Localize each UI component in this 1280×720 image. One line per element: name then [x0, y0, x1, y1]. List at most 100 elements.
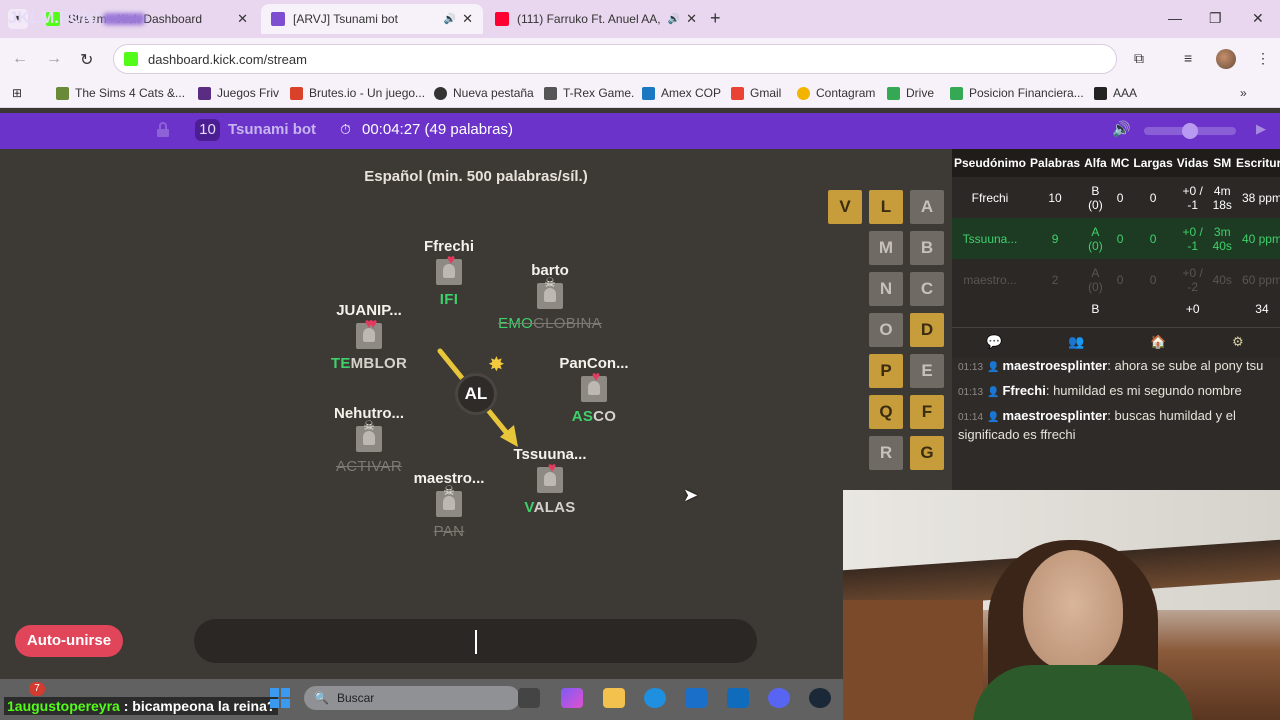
discord-icon[interactable]: [768, 688, 790, 708]
bookmark-sims[interactable]: The Sims 4 Cats &...: [56, 86, 185, 100]
speaker-icon[interactable]: 🔊: [668, 14, 680, 25]
table-cell: 0: [1149, 190, 1157, 205]
bookmark-icon: [290, 86, 303, 100]
bookmark-trex[interactable]: T-Rex Game.: [544, 86, 634, 100]
windows-start-icon[interactable]: [270, 688, 290, 708]
bookmark-aaa[interactable]: AAA: [1094, 86, 1137, 100]
bookmark-posicion[interactable]: Posicion Financiera...: [950, 86, 1084, 100]
column-header[interactable]: Largas: [1131, 149, 1175, 177]
bonus-letter: N: [869, 272, 903, 306]
taskbar-search[interactable]: 🔍 Buscar: [304, 686, 520, 710]
spark-icon: ✸: [488, 354, 505, 376]
minimize-icon[interactable]: —: [1168, 10, 1182, 26]
bookmark-friv[interactable]: Juegos Friv: [198, 86, 279, 100]
user-icon: 👤: [987, 362, 1000, 373]
bonus-letter: P: [869, 354, 903, 388]
close-icon[interactable]: ✕: [462, 11, 473, 27]
room-code[interactable]: JKLM.FUN/: [8, 8, 145, 28]
room-tab-icon[interactable]: 🏠: [1150, 334, 1166, 350]
steam-icon[interactable]: [809, 688, 831, 708]
column-header[interactable]: Palabras: [1028, 149, 1083, 177]
volume-icon[interactable]: 🔊: [1112, 120, 1131, 138]
table-cell: [1028, 300, 1082, 320]
settings-tab-icon[interactable]: ⚙: [1232, 334, 1244, 350]
profile-avatar[interactable]: [1216, 49, 1236, 69]
youtube-icon: [495, 12, 509, 26]
media-control-icon[interactable]: ≡: [1184, 50, 1192, 66]
reload-icon[interactable]: ↻: [80, 50, 93, 70]
column-header[interactable]: SM: [1210, 149, 1234, 177]
outlook-icon[interactable]: [727, 688, 749, 708]
heart-icon: ♥: [591, 368, 601, 384]
table-cell: 0: [1149, 272, 1157, 287]
player-avatar: ♥: [581, 368, 607, 402]
player-seat: PanCon... ♥ ASCO: [524, 355, 664, 425]
chat-tab-icon[interactable]: 💬: [986, 334, 1002, 350]
bookmark-brutes[interactable]: Brutes.io - Un juego...: [290, 86, 425, 100]
column-header[interactable]: Pseudónimo: [952, 149, 1029, 177]
chat-username[interactable]: maestroesplinter: [1002, 358, 1107, 373]
table-row: Tssuuna... 9 A (0) 0 0 +0 / -1 3m 40s 40 ppm: [952, 218, 1280, 259]
auto-join-button[interactable]: Auto-unirse: [15, 625, 123, 657]
column-header[interactable]: Vidas: [1174, 149, 1211, 177]
bookmark-gmail[interactable]: Gmail: [731, 86, 781, 100]
lock-icon[interactable]: [156, 122, 170, 138]
table-cell: 9: [1028, 218, 1083, 259]
chat-username[interactable]: maestroesplinter: [1002, 408, 1107, 423]
store-icon[interactable]: [685, 688, 707, 708]
copilot-icon[interactable]: [561, 688, 583, 708]
table-row: Ffrechi 10 B (0) 0 0 +0 / -1 4m 18s 38 ppm: [952, 177, 1280, 218]
bookmark-amex[interactable]: Amex COP: [642, 86, 721, 100]
task-view-icon[interactable]: [518, 688, 540, 708]
volume-knob[interactable]: [1182, 123, 1198, 139]
extensions-icon[interactable]: ⧉: [1134, 50, 1144, 67]
bonus-letter: R: [869, 436, 903, 470]
bonus-letter: F: [910, 395, 944, 429]
play-icon[interactable]: ▶: [1256, 121, 1266, 137]
bookmarks-bar: ⊞ The Sims 4 Cats &... Juegos Friv Brute…: [0, 80, 1280, 108]
heart-icon: ♥♥: [364, 315, 377, 331]
bonus-letter: Q: [869, 395, 903, 429]
bookmark-new-tab[interactable]: Nueva pestaña: [434, 86, 534, 100]
maximize-icon[interactable]: ❐: [1209, 10, 1222, 27]
speaker-icon[interactable]: 🔊: [444, 14, 456, 25]
jklm-icon: [271, 12, 285, 26]
chat-username[interactable]: Ffrechi: [1002, 383, 1045, 398]
new-tab-button[interactable]: +: [710, 8, 721, 29]
file-explorer-icon[interactable]: [603, 688, 625, 708]
address-bar[interactable]: dashboard.kick.com/stream: [113, 44, 1117, 74]
forward-icon[interactable]: →: [46, 50, 62, 68]
bonus-letter: C: [910, 272, 944, 306]
browser-toolbar: ← → ↻ dashboard.kick.com/stream ⧉ ≡ ⋮: [0, 38, 1280, 80]
table-cell: [952, 300, 1028, 320]
more-bookmarks-icon[interactable]: »: [1240, 86, 1247, 100]
close-icon[interactable]: ✕: [686, 11, 697, 27]
skull-icon: ☠: [363, 418, 375, 433]
drive-icon: [887, 86, 900, 100]
back-icon[interactable]: ←: [12, 50, 28, 68]
player-word: TEMBLOR: [330, 355, 408, 372]
player-word: ASCO: [571, 408, 617, 425]
column-header[interactable]: Alfa: [1082, 149, 1109, 177]
chat-message: 01:14 👤 maestroesplinter: buscas humildad …: [958, 408, 1236, 442]
window-close-icon[interactable]: ✕: [1252, 10, 1264, 27]
bookmark-icon: [1094, 86, 1107, 100]
apps-icon[interactable]: ⊞: [12, 86, 22, 100]
table-cell: [1109, 300, 1132, 320]
edge-icon[interactable]: [644, 688, 666, 708]
table-cell: 38 ppm: [1241, 190, 1280, 205]
table-cell: +0 / -1: [1174, 218, 1211, 259]
close-icon[interactable]: ✕: [237, 11, 248, 27]
column-header[interactable]: MC: [1108, 149, 1132, 177]
menu-icon[interactable]: ⋮: [1256, 50, 1270, 67]
tab-youtube[interactable]: (111) Farruko Ft. Anuel AA, 🔊 ✕: [485, 4, 707, 34]
table-cell: +0 / -2: [1182, 265, 1203, 294]
column-header[interactable]: Escritura: [1233, 149, 1280, 177]
table-cell: 4m 18s: [1212, 183, 1232, 212]
bookmark-drive[interactable]: Drive: [887, 86, 934, 100]
players-tab-icon[interactable]: 👥: [1068, 334, 1084, 350]
bonus-letter: V: [828, 190, 862, 224]
globe-icon: [434, 86, 447, 100]
tab-tsunami-bot[interactable]: [ARVJ] Tsunami bot 🔊 ✕: [261, 4, 483, 34]
bookmark-contagram[interactable]: Contagram: [797, 86, 875, 100]
